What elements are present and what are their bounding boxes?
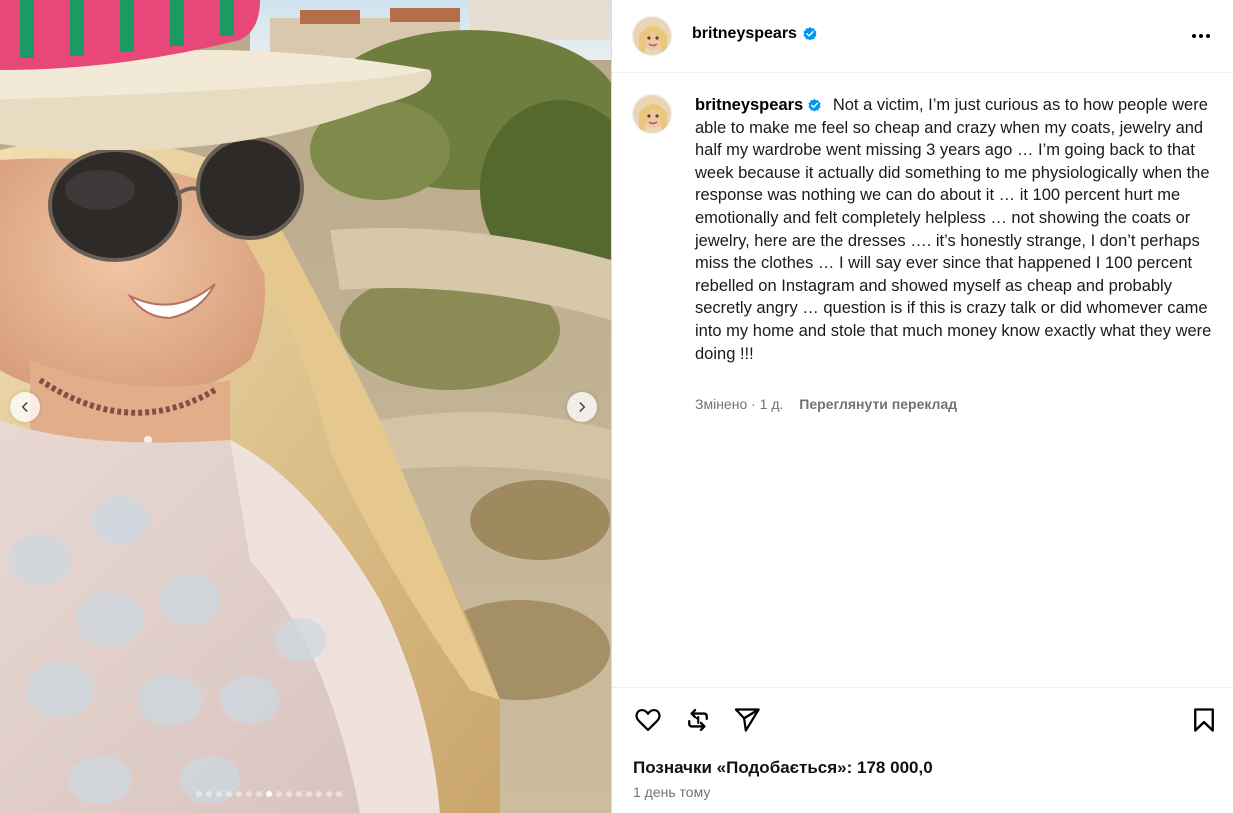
like-button[interactable] bbox=[632, 704, 664, 736]
avatar[interactable] bbox=[632, 16, 672, 56]
save-button[interactable] bbox=[1188, 704, 1220, 736]
carousel-dot bbox=[206, 791, 212, 797]
carousel-dot bbox=[336, 791, 342, 797]
post-actions-bar bbox=[632, 704, 1217, 738]
carousel-dot bbox=[246, 791, 252, 797]
carousel-dot bbox=[286, 791, 292, 797]
send-icon bbox=[734, 708, 760, 732]
post-caption: britneyspears Not a victim, I’m just cur… bbox=[695, 94, 1215, 365]
post-details-panel: britneyspears britneyspears Not a victim… bbox=[612, 0, 1233, 813]
carousel-dot bbox=[306, 791, 312, 797]
likes-count[interactable]: Позначки «Подобається»: 178 000,0 bbox=[633, 758, 933, 778]
repost-icon bbox=[688, 708, 708, 732]
share-button[interactable] bbox=[731, 704, 763, 736]
verified-badge-icon bbox=[803, 27, 817, 41]
carousel-prev-button[interactable] bbox=[10, 392, 40, 422]
carousel-dot bbox=[216, 791, 222, 797]
post-timestamp[interactable]: 1 день тому bbox=[633, 784, 710, 800]
more-options-button[interactable] bbox=[1189, 24, 1213, 48]
carousel-dot bbox=[326, 791, 332, 797]
carousel-dot bbox=[226, 791, 232, 797]
post-photo bbox=[0, 0, 611, 813]
carousel-dot bbox=[276, 791, 282, 797]
bookmark-icon bbox=[1194, 708, 1214, 732]
carousel-dot bbox=[196, 791, 202, 797]
carousel-dot bbox=[316, 791, 322, 797]
carousel-dot bbox=[256, 791, 262, 797]
edited-timestamp: Змінено · 1 д. bbox=[695, 396, 784, 412]
repost-button[interactable] bbox=[682, 704, 714, 736]
caption-text: Not a victim, I’m just curious as to how… bbox=[695, 96, 1212, 363]
carousel-dot bbox=[296, 791, 302, 797]
caption-username[interactable]: britneyspears bbox=[695, 94, 822, 117]
verified-badge-icon bbox=[808, 98, 821, 112]
carousel-indicator bbox=[196, 791, 342, 797]
post-author-username[interactable]: britneyspears bbox=[692, 25, 818, 43]
post-meta: Змінено · 1 д. Переглянути переклад bbox=[695, 396, 957, 412]
more-horizontal-icon bbox=[1192, 34, 1210, 38]
carousel-dot bbox=[236, 791, 242, 797]
actions-divider bbox=[612, 687, 1233, 688]
caption-avatar[interactable] bbox=[632, 94, 672, 134]
chevron-left-icon bbox=[21, 402, 28, 412]
post-media-carousel[interactable] bbox=[0, 0, 611, 813]
caption-username-text: britneyspears bbox=[695, 96, 804, 114]
heart-icon bbox=[635, 708, 661, 732]
carousel-next-button[interactable] bbox=[567, 392, 597, 422]
post-header: britneyspears bbox=[612, 0, 1233, 73]
see-translation-link[interactable]: Переглянути переклад bbox=[799, 396, 957, 412]
chevron-right-icon bbox=[579, 402, 586, 412]
username-text: britneyspears bbox=[692, 25, 797, 42]
carousel-dot-active bbox=[266, 791, 272, 797]
